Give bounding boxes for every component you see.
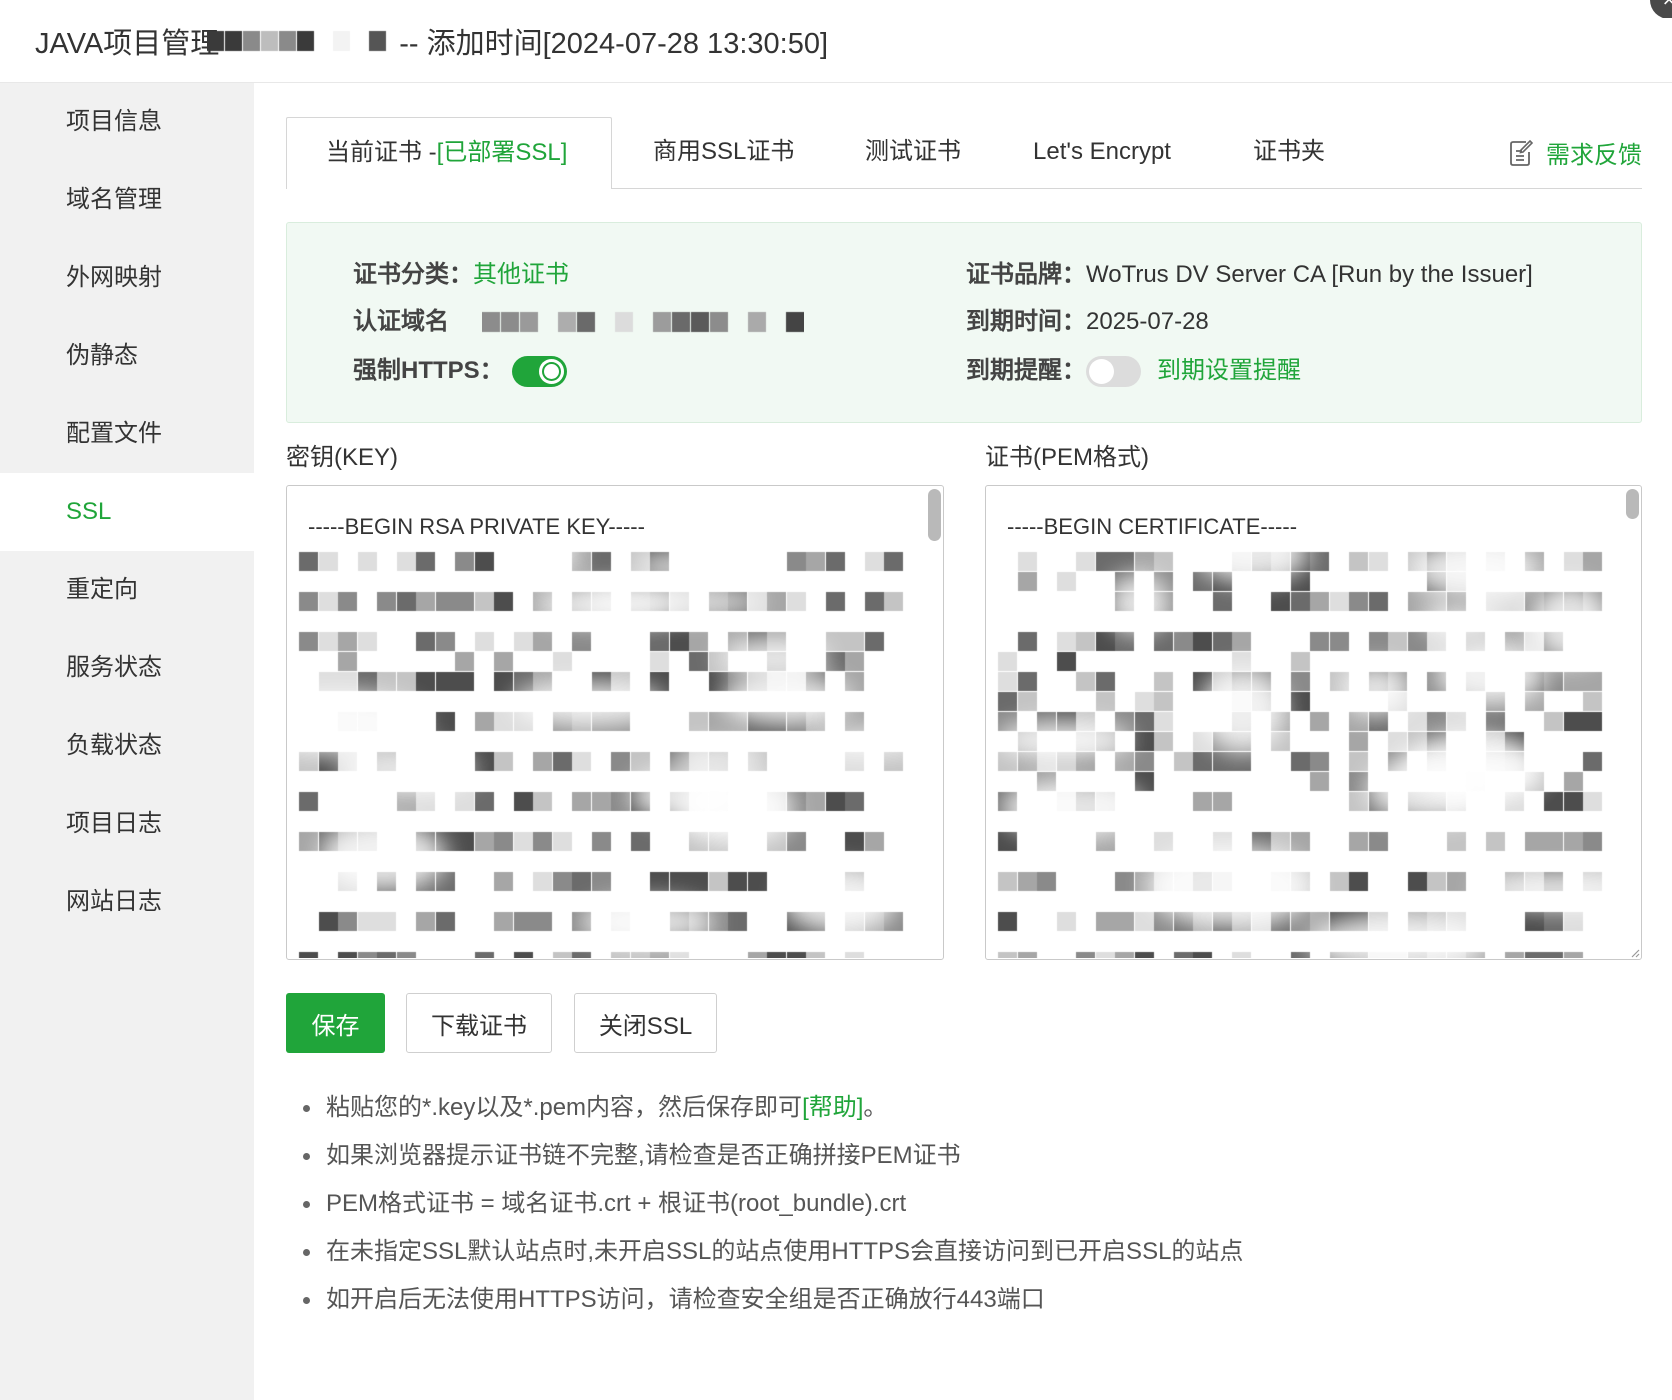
tip-text: PEM格式证书 = 域名证书.crt + 根证书(root_bundle).cr…	[326, 1190, 907, 1217]
sidebar-item-project-info[interactable]: 项目信息	[0, 83, 254, 161]
sidebar-item-redirect[interactable]: 重定向	[0, 551, 254, 629]
tab-certificate-folder[interactable]: 证书夹	[1253, 117, 1325, 188]
tab-test-certificate[interactable]: 测试证书	[865, 117, 961, 188]
sidebar-item-site-log[interactable]: 网站日志	[0, 863, 254, 941]
tip-text: 如果浏览器提示证书链不完整,请检查是否正确拼接PEM证书	[326, 1142, 961, 1169]
tab-commercial-ssl[interactable]: 商用SSL证书	[653, 117, 794, 188]
download-certificate-button[interactable]: 下载证书	[406, 993, 552, 1053]
tip-text: 如开启后无法使用HTTPS访问，请检查安全组是否正确放行443端口	[326, 1286, 1045, 1313]
edit-icon	[1510, 139, 1533, 166]
expiry-date-row: 到期时间： 2025-07-28	[966, 306, 1209, 338]
certified-domain-label: 认证域名	[353, 308, 449, 335]
certified-domain-row: 认证域名	[353, 306, 804, 338]
key-editor: -----BEGIN RSA PRIVATE KEY-----	[286, 485, 944, 960]
sidebar-item-domain-management[interactable]: 域名管理	[0, 161, 254, 239]
certificate-brand-label: 证书品牌：	[966, 261, 1086, 288]
key-textarea[interactable]: -----BEGIN RSA PRIVATE KEY-----	[287, 486, 943, 959]
sidebar: 项目信息 域名管理 外网映射 伪静态 配置文件 SSL 重定向 服务状态 负载状…	[0, 83, 254, 1400]
tab-current-certificate[interactable]: 当前证书 -[已部署SSL]	[286, 117, 612, 189]
tips-list: 粘贴您的*.key以及*.pem内容，然后保存即可[帮助]。 如果浏览器提示证书…	[286, 1084, 1243, 1324]
tip-text: 粘贴您的*.key以及*.pem内容，然后保存即可	[326, 1094, 803, 1121]
expiry-reminder-label: 到期提醒：	[966, 357, 1086, 384]
feedback-link[interactable]: 需求反馈	[1509, 117, 1642, 187]
expiry-reminder-toggle[interactable]	[1086, 355, 1141, 387]
list-item: 如果浏览器提示证书链不完整,请检查是否正确拼接PEM证书	[286, 1132, 1243, 1180]
sidebar-item-project-log[interactable]: 项目日志	[0, 785, 254, 863]
sidebar-item-external-mapping[interactable]: 外网映射	[0, 239, 254, 317]
redacted-domain-value	[482, 311, 804, 333]
help-link[interactable]: [帮助]	[802, 1094, 863, 1121]
key-editor-scrollbar[interactable]	[928, 489, 941, 541]
sidebar-item-config-file[interactable]: 配置文件	[0, 395, 254, 473]
certificate-brand-value: WoTrus DV Server CA [Run by the Issuer]	[1086, 261, 1533, 288]
force-https-row: 强制HTTPS：	[353, 355, 567, 387]
window-title: JAVA项目管理	[35, 28, 220, 60]
close-ssl-button[interactable]: 关闭SSL	[574, 993, 717, 1053]
certificate-category-label: 证书分类：	[353, 261, 473, 288]
redacted-title-text	[207, 30, 388, 52]
list-item: 粘贴您的*.key以及*.pem内容，然后保存即可[帮助]。	[286, 1084, 1243, 1132]
certificate-brand-row: 证书品牌： WoTrus DV Server CA [Run by the Is…	[966, 259, 1533, 291]
list-item: 如开启后无法使用HTTPS访问，请检查安全组是否正确放行443端口	[286, 1276, 1243, 1324]
sidebar-item-rewrite[interactable]: 伪静态	[0, 317, 254, 395]
key-editor-label: 密钥(KEY)	[286, 444, 399, 471]
expiry-date-value: 2025-07-28	[1086, 308, 1209, 335]
resize-handle-icon[interactable]	[1628, 946, 1640, 958]
force-https-label: 强制HTTPS：	[353, 357, 504, 384]
sidebar-item-service-status[interactable]: 服务状态	[0, 629, 254, 707]
cert-editor-label: 证书(PEM格式)	[985, 444, 1149, 471]
cert-editor-scrollbar[interactable]	[1626, 489, 1639, 519]
cert-textarea[interactable]: -----BEGIN CERTIFICATE-----	[986, 486, 1641, 959]
tip-tail: 。	[863, 1094, 888, 1121]
tab-lets-encrypt[interactable]: Let's Encrypt	[1033, 117, 1171, 188]
certificate-info-panel: 证书分类： 其他证书 认证域名 强制HTTPS： 证书品牌： WoTrus DV…	[286, 222, 1642, 423]
certificate-category-row: 证书分类： 其他证书	[353, 259, 569, 291]
expiry-date-label: 到期时间：	[966, 308, 1086, 335]
set-expiry-reminder-link[interactable]: 到期设置提醒	[1157, 355, 1301, 387]
window-title-added-time: -- 添加时间[2024-07-28 13:30:50]	[399, 28, 829, 60]
sidebar-item-ssl[interactable]: SSL	[0, 473, 254, 551]
close-button-wrapper: ×	[1648, 0, 1672, 18]
list-item: 在未指定SSL默认站点时,未开启SSL的站点使用HTTPS会直接访问到已开启SS…	[286, 1228, 1243, 1276]
force-https-toggle[interactable]	[511, 355, 567, 387]
tab-current-certificate-label: 当前证书 -	[326, 139, 437, 166]
list-item: PEM格式证书 = 域名证书.crt + 根证书(root_bundle).cr…	[286, 1180, 1243, 1228]
close-icon[interactable]: ×	[1650, 0, 1672, 18]
feedback-label: 需求反馈	[1546, 141, 1642, 169]
tip-text: 在未指定SSL默认站点时,未开启SSL的站点使用HTTPS会直接访问到已开启SS…	[326, 1238, 1244, 1265]
window-titlebar: JAVA项目管理 -- 添加时间[2024-07-28 13:30:50]	[0, 0, 1672, 83]
certificate-category-value: 其他证书	[473, 261, 569, 288]
expiry-reminder-row: 到期提醒： 到期设置提醒	[966, 355, 1301, 387]
cert-editor: -----BEGIN CERTIFICATE-----	[985, 485, 1642, 960]
sidebar-item-load-status[interactable]: 负载状态	[0, 707, 254, 785]
save-button[interactable]: 保存	[286, 993, 385, 1053]
ssl-tabs: 当前证书 -[已部署SSL] 商用SSL证书 测试证书 Let's Encryp…	[286, 117, 1642, 189]
ssl-deployed-status: [已部署SSL]	[436, 139, 568, 166]
